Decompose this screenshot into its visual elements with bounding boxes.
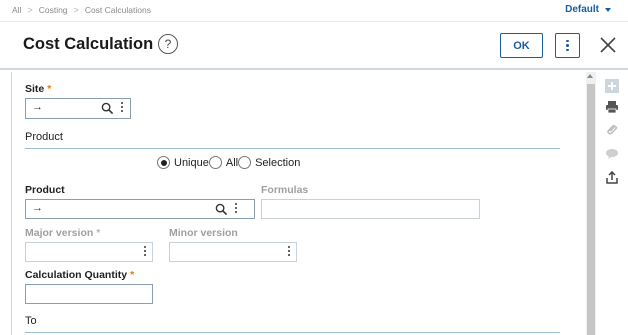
close-icon[interactable]	[598, 35, 618, 55]
field-menu-icon[interactable]	[288, 246, 290, 256]
arrow-right-icon[interactable]: →	[32, 101, 43, 113]
breadcrumb-item-costing[interactable]: Costing	[39, 5, 68, 15]
major-version-field[interactable]	[25, 242, 153, 262]
export-icon[interactable]	[604, 170, 620, 186]
breadcrumb-item-all[interactable]: All	[12, 5, 21, 15]
radio-button[interactable]	[208, 156, 222, 169]
side-toolbar	[597, 72, 628, 335]
field-menu-icon[interactable]	[144, 246, 146, 256]
formulas-field	[261, 199, 480, 219]
radio-unique[interactable]: Unique	[157, 156, 209, 169]
section-title-to: To	[25, 315, 37, 327]
product-label: Product	[25, 184, 65, 196]
site-field[interactable]: →	[25, 98, 131, 119]
product-field[interactable]: →	[25, 199, 255, 219]
calculation-quantity-field[interactable]	[25, 284, 153, 304]
page-header: Cost Calculation ? OK	[0, 22, 628, 70]
chevron-right-icon: >	[27, 5, 33, 15]
radio-all[interactable]: All	[208, 156, 238, 169]
calculation-quantity-label: Calculation Quantity *	[25, 269, 135, 281]
caret-down-icon	[605, 7, 611, 12]
help-icon[interactable]: ?	[158, 34, 178, 54]
breadcrumb-item-cost-calculations[interactable]: Cost Calculations	[85, 5, 151, 15]
chevron-right-icon: >	[73, 5, 79, 15]
profile-menu[interactable]: Default	[565, 4, 611, 15]
minor-version-field[interactable]	[169, 242, 297, 262]
top-bar: All > Costing > Cost Calculations Defaul…	[0, 0, 628, 22]
vertical-dots-icon	[566, 39, 569, 52]
comment-icon[interactable]	[604, 146, 620, 162]
field-menu-icon[interactable]	[235, 203, 237, 213]
page-title: Cost Calculation	[23, 35, 154, 53]
radio-selection[interactable]: Selection	[238, 156, 300, 169]
radio-button[interactable]	[238, 156, 252, 169]
formulas-label: Formulas	[261, 184, 309, 196]
section-divider	[25, 332, 560, 333]
arrow-right-icon[interactable]: →	[32, 202, 43, 214]
minor-version-label: Minor version	[169, 227, 238, 239]
radio-button[interactable]	[157, 156, 170, 169]
ok-button[interactable]: OK	[500, 33, 543, 58]
search-icon[interactable]	[101, 102, 114, 115]
section-divider	[25, 148, 560, 149]
scope-radio-group: Unique All Selection	[157, 156, 300, 169]
profile-menu-label: Default	[565, 4, 599, 15]
scroll-up-arrow-icon[interactable]	[587, 74, 593, 78]
attachment-icon[interactable]	[604, 122, 620, 138]
scrollbar-thumb[interactable]	[587, 84, 595, 335]
form-panel: Site * → Product Unique All Selection Pro…	[11, 72, 587, 335]
section-title-product: Product	[25, 131, 63, 143]
field-menu-icon[interactable]	[121, 102, 123, 112]
plus-icon[interactable]	[604, 78, 620, 94]
print-icon[interactable]	[604, 99, 620, 115]
more-actions-button[interactable]	[555, 33, 580, 58]
site-label: Site *	[25, 83, 52, 95]
search-icon[interactable]	[215, 203, 228, 216]
major-version-label: Major version *	[25, 227, 101, 239]
breadcrumb: All > Costing > Cost Calculations	[12, 5, 151, 15]
